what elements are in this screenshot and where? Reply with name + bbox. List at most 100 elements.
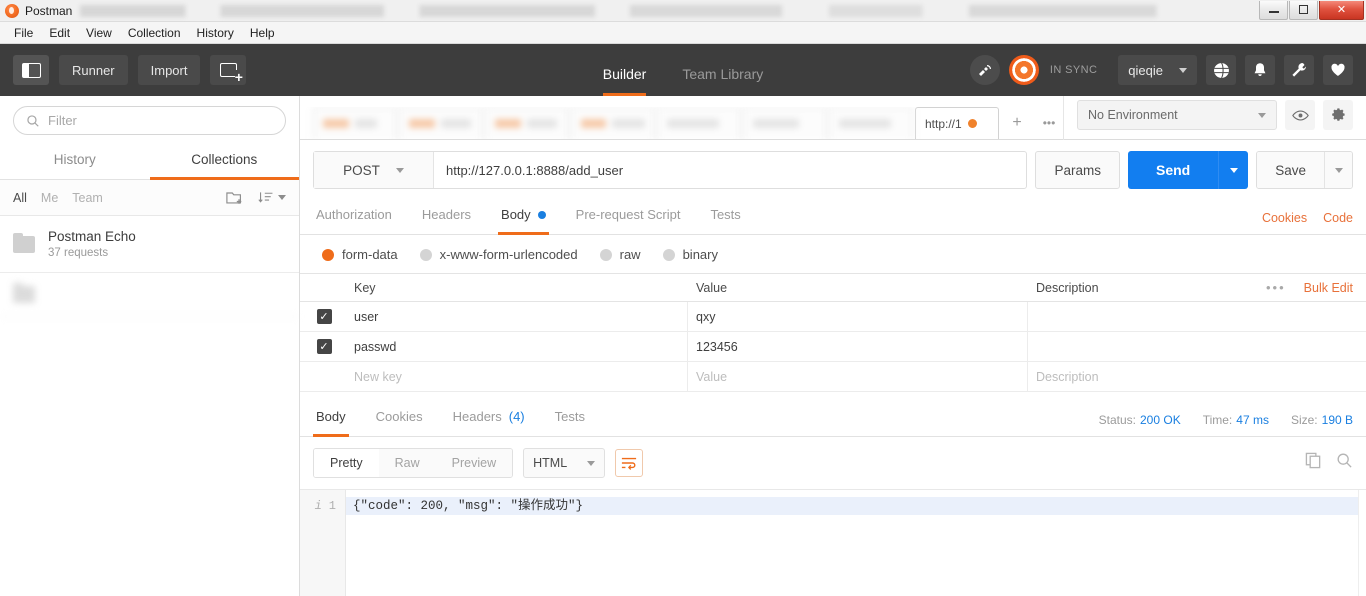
- send-options-button[interactable]: [1218, 151, 1249, 189]
- copy-icon[interactable]: [1305, 452, 1322, 474]
- response-code-area[interactable]: {"code": 200, "msg": "操作成功"}: [346, 490, 1358, 596]
- scope-all[interactable]: All: [13, 191, 27, 205]
- response-vertical-scrollbar[interactable]: [1358, 490, 1366, 596]
- row-value[interactable]: qxy: [688, 302, 1028, 331]
- menu-item-view[interactable]: View: [78, 23, 120, 43]
- tab-name-placeholder: [612, 119, 645, 128]
- menu-item-file[interactable]: File: [6, 23, 41, 43]
- response-tab-headers[interactable]: Headers (4): [450, 402, 528, 437]
- word-wrap-button[interactable]: [615, 449, 644, 477]
- request-tab[interactable]: [743, 107, 827, 139]
- wrench-icon[interactable]: [1284, 55, 1314, 85]
- info-icon: i: [314, 499, 322, 513]
- filter-box[interactable]: [13, 106, 286, 135]
- row-description[interactable]: [1028, 332, 1366, 361]
- code-link[interactable]: Code: [1323, 211, 1353, 225]
- collection-item-blurred[interactable]: [0, 273, 299, 317]
- view-mode-pretty[interactable]: Pretty: [314, 449, 379, 477]
- scope-me[interactable]: Me: [41, 191, 58, 205]
- runner-button[interactable]: Runner: [59, 55, 128, 85]
- menu-item-history[interactable]: History: [189, 23, 242, 43]
- sidebar-tab-history[interactable]: History: [0, 143, 150, 180]
- sidebar-toggle-button[interactable]: [13, 55, 49, 85]
- cookies-link[interactable]: Cookies: [1262, 211, 1307, 225]
- bell-icon[interactable]: [1245, 55, 1275, 85]
- row-value[interactable]: 123456: [688, 332, 1028, 361]
- row-description[interactable]: [1028, 302, 1366, 331]
- maximize-button[interactable]: [1289, 0, 1318, 20]
- radio-x-www-form-urlencoded[interactable]: x-www-form-urlencoded: [419, 247, 578, 262]
- request-tab[interactable]: [657, 107, 741, 139]
- response-format-select[interactable]: HTML: [523, 448, 606, 478]
- globe-icon[interactable]: [1206, 55, 1236, 85]
- chevron-down-icon: [1179, 67, 1187, 73]
- view-mode-preview[interactable]: Preview: [435, 449, 513, 477]
- tab-body[interactable]: Body: [498, 200, 549, 235]
- radio-form-data[interactable]: form-data: [322, 247, 398, 262]
- collection-request-count: 37 requests: [48, 247, 109, 259]
- minimize-button[interactable]: [1259, 0, 1288, 20]
- params-button[interactable]: Params: [1035, 151, 1120, 189]
- sidebar-tab-collections[interactable]: Collections: [149, 143, 299, 180]
- row-checkbox[interactable]: ✓: [316, 339, 332, 354]
- save-button[interactable]: Save: [1257, 152, 1324, 188]
- response-tab-tests[interactable]: Tests: [552, 402, 588, 437]
- request-tab-active[interactable]: http://1: [915, 107, 999, 139]
- method-select[interactable]: POST: [314, 152, 434, 188]
- import-button[interactable]: Import: [137, 55, 201, 85]
- new-folder-icon[interactable]: [226, 190, 244, 205]
- tab-pre-request-script[interactable]: Pre-request Script: [573, 200, 684, 235]
- heart-icon[interactable]: [1323, 55, 1353, 85]
- request-tab[interactable]: [485, 107, 569, 139]
- new-key-input[interactable]: New key: [348, 362, 688, 391]
- satellite-icon[interactable]: [969, 55, 1000, 85]
- request-tab[interactable]: [313, 107, 397, 139]
- view-mode-raw[interactable]: Raw: [378, 449, 436, 477]
- menu-bar: File Edit View Collection History Help: [0, 22, 1366, 44]
- save-options-button[interactable]: [1324, 152, 1352, 188]
- row-key[interactable]: user: [348, 302, 688, 331]
- collection-item-postman-echo[interactable]: Postman Echo 37 requests: [0, 216, 299, 273]
- environment-selected-label: No Environment: [1088, 108, 1178, 122]
- table-new-row[interactable]: New key Value Description: [300, 362, 1366, 392]
- search-icon[interactable]: [1336, 452, 1353, 474]
- send-button[interactable]: Send: [1127, 151, 1219, 189]
- menu-item-collection[interactable]: Collection: [120, 23, 189, 43]
- sort-icon[interactable]: [258, 190, 286, 205]
- tab-builder[interactable]: Builder: [602, 66, 647, 96]
- tabs-more-button[interactable]: •••: [1033, 107, 1059, 139]
- environment-settings-button[interactable]: [1323, 100, 1353, 130]
- bulk-edit-link[interactable]: Bulk Edit: [1304, 281, 1353, 295]
- menu-item-help[interactable]: Help: [242, 23, 283, 43]
- url-input[interactable]: [434, 152, 1027, 188]
- response-tab-body[interactable]: Body: [313, 402, 349, 437]
- tab-authorization[interactable]: Authorization: [313, 200, 395, 235]
- new-description-input[interactable]: Description: [1028, 362, 1366, 391]
- request-tab[interactable]: [571, 107, 655, 139]
- radio-raw[interactable]: raw: [599, 247, 641, 262]
- table-row[interactable]: ✓ user qxy: [300, 302, 1366, 332]
- tab-team-library[interactable]: Team Library: [682, 66, 763, 96]
- environment-select[interactable]: No Environment: [1077, 100, 1277, 130]
- method-url-group: POST: [313, 151, 1028, 189]
- close-button[interactable]: ✕: [1319, 0, 1364, 20]
- scope-team[interactable]: Team: [72, 191, 103, 205]
- table-more-button[interactable]: •••: [1266, 280, 1286, 295]
- row-key[interactable]: passwd: [348, 332, 688, 361]
- environment-quicklook-button[interactable]: [1285, 100, 1315, 130]
- request-tab[interactable]: [829, 107, 913, 139]
- response-tab-cookies[interactable]: Cookies: [373, 402, 426, 437]
- table-row[interactable]: ✓ passwd 123456: [300, 332, 1366, 362]
- new-tab-button[interactable]: +: [1001, 107, 1033, 139]
- tab-tests[interactable]: Tests: [707, 200, 743, 235]
- filter-input[interactable]: [48, 113, 273, 128]
- tab-headers[interactable]: Headers: [419, 200, 474, 235]
- row-checkbox[interactable]: ✓: [316, 309, 332, 324]
- request-tab[interactable]: [399, 107, 483, 139]
- menu-item-edit[interactable]: Edit: [41, 23, 78, 43]
- radio-binary[interactable]: binary: [662, 247, 718, 262]
- new-window-button[interactable]: [210, 55, 247, 85]
- new-value-input[interactable]: Value: [688, 362, 1028, 391]
- user-menu-button[interactable]: qieqie: [1118, 55, 1197, 85]
- request-links: Cookies Code: [1262, 211, 1353, 234]
